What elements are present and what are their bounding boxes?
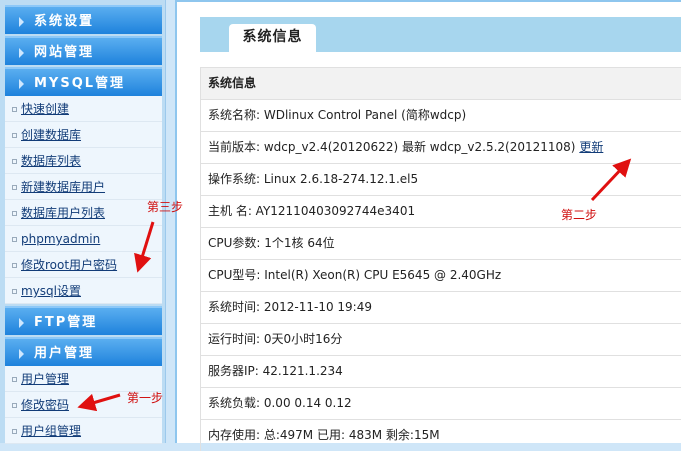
arrow-step3-icon [134, 221, 155, 273]
annotation-step3: 第三步 [147, 200, 184, 214]
arrow-step1-icon [77, 393, 121, 412]
annotation-step2: 第二步 [561, 208, 598, 222]
arrow-step2-icon [590, 158, 632, 202]
annotation-step1: 第一步 [127, 391, 164, 405]
